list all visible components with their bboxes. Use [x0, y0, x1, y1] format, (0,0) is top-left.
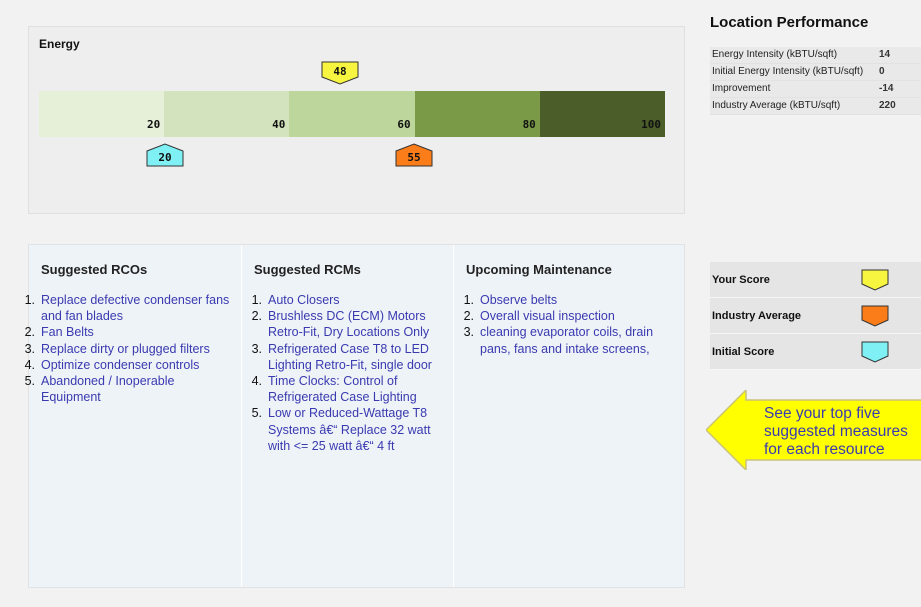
suggested-rcms-heading: Suggested RCMs	[254, 262, 361, 277]
scale-tick-100: 100	[641, 118, 662, 131]
suggested-rcms-list: 1. Auto Closers 2. Brushless DC (ECM) Moto…	[242, 292, 453, 454]
callout-text: See your top five suggested measures for…	[764, 405, 921, 459]
performance-label: Energy Intensity (kBTU/sqft)	[712, 49, 838, 60]
initial-score-marker-label: 20	[158, 151, 172, 164]
scale-tick-60: 60	[397, 118, 411, 131]
rco-item[interactable]: 3. Replace dirty or plugged filters	[1, 341, 241, 357]
energy-panel: Energy 48 20 40 60 80 100 20 55	[28, 26, 685, 214]
your-score-legend-icon	[861, 269, 889, 291]
upcoming-maintenance-heading: Upcoming Maintenance	[466, 262, 612, 277]
suggestions-panel: Suggested RCOs 1. Replace defective conde…	[25, 244, 686, 588]
callout-line: suggested measures	[764, 423, 908, 440]
location-performance-title: Location Performance	[710, 14, 869, 31]
energy-title: Energy	[39, 37, 80, 51]
callout-line: for each resource	[764, 441, 885, 458]
initial-score-marker: 20	[146, 143, 184, 167]
callout-arrow: See your top five suggested measures for…	[706, 390, 921, 470]
industry-average-marker-label: 55	[407, 151, 421, 164]
scale-segment-2: 40	[164, 91, 290, 137]
rcm-item[interactable]: 1. Auto Closers	[242, 292, 453, 308]
rco-item[interactable]: 2. Fan Belts	[1, 324, 241, 340]
upcoming-maintenance-list: 1. Observe belts 2. Overall visual inspect…	[454, 292, 686, 357]
performance-label: Improvement	[712, 83, 771, 94]
performance-label: Industry Average (kBTU/sqft)	[712, 100, 841, 111]
performance-row: Initial Energy Intensity (kBTU/sqft) 0	[710, 64, 921, 81]
performance-value: -14	[879, 83, 894, 94]
scale-tick-80: 80	[522, 118, 536, 131]
rcm-item[interactable]: 3. Refrigerated Case T8 to LED Lighting R…	[242, 341, 453, 373]
legend-label: Initial Score	[712, 345, 775, 358]
suggested-rcms-column: Suggested RCMs 1. Auto Closers 2. Brushles…	[241, 245, 454, 587]
industry-average-marker: 55	[395, 143, 433, 167]
score-legend: Your Score Industry Average Initial Scor…	[710, 262, 921, 370]
rco-item[interactable]: 5. Abandoned / Inoperable Equipment	[1, 373, 241, 405]
scale-segment-3: 60	[289, 91, 415, 137]
maintenance-item[interactable]: 2. Overall visual inspection	[454, 308, 686, 324]
callout-line: See your top five	[764, 405, 881, 422]
performance-row: Industry Average (kBTU/sqft) 220	[710, 98, 921, 115]
legend-row-initial-score: Initial Score	[710, 334, 921, 370]
performance-value: 14	[879, 49, 891, 60]
scale-segment-5: 100	[539, 91, 666, 137]
industry-average-legend-icon	[861, 305, 889, 327]
performance-label: Initial Energy Intensity (kBTU/sqft)	[712, 66, 864, 77]
energy-scale: 20 40 60 80 100	[39, 91, 666, 137]
suggested-rcos-column: Suggested RCOs 1. Replace defective conde…	[25, 245, 241, 587]
maintenance-item[interactable]: 1. Observe belts	[454, 292, 686, 308]
suggested-rcos-heading: Suggested RCOs	[41, 262, 148, 277]
initial-score-legend-icon	[861, 341, 889, 363]
your-score-marker-label: 48	[333, 65, 347, 78]
performance-row: Energy Intensity (kBTU/sqft) 14	[710, 47, 921, 64]
performance-row: Improvement -14	[710, 81, 921, 98]
rco-item[interactable]: 4. Optimize condenser controls	[1, 357, 241, 373]
rcm-item[interactable]: 5. Low or Reduced-Wattage T8 Systems â€“ …	[242, 405, 453, 454]
upcoming-maintenance-column: Upcoming Maintenance 1. Observe belts 2. O…	[454, 245, 686, 587]
your-score-marker: 48	[321, 61, 359, 85]
performance-value: 0	[879, 66, 885, 77]
scale-segment-4: 80	[414, 91, 540, 137]
suggested-rcos-list: 1. Replace defective condenser fans and f…	[25, 292, 241, 405]
legend-row-your-score: Your Score	[710, 262, 921, 298]
scale-tick-40: 40	[272, 118, 286, 131]
rcm-item[interactable]: 2. Brushless DC (ECM) Motors Retro-Fit, D…	[242, 308, 453, 340]
legend-label: Industry Average	[712, 309, 802, 322]
rcm-item[interactable]: 4. Time Clocks: Control of Refrigerated C…	[242, 373, 453, 405]
scale-tick-20: 20	[146, 118, 161, 131]
rco-item[interactable]: 1. Replace defective condenser fans and f…	[1, 292, 241, 324]
scale-segment-1: 20	[39, 91, 165, 137]
location-performance-table: Energy Intensity (kBTU/sqft) 14 Initial …	[710, 47, 921, 115]
legend-row-industry-average: Industry Average	[710, 298, 921, 334]
performance-value: 220	[879, 100, 896, 111]
maintenance-item[interactable]: 3. cleaning evaporator coils, drain pans,…	[454, 324, 686, 356]
legend-label: Your Score	[712, 273, 770, 286]
